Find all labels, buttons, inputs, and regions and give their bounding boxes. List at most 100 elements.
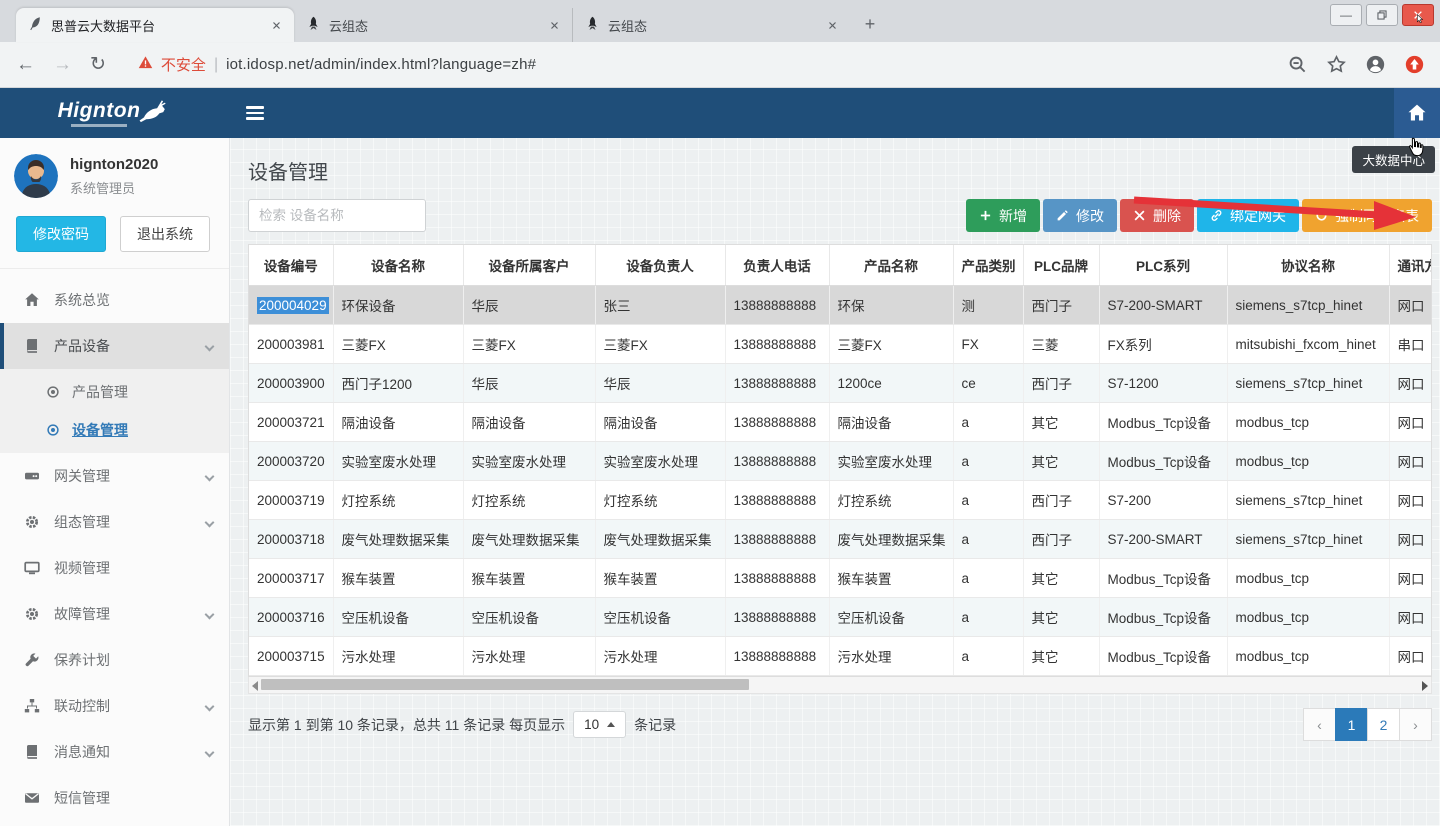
column-header[interactable]: 通讯方式 <box>1389 245 1432 286</box>
table-cell: 污水处理 <box>595 637 725 676</box>
horizontal-scrollbar[interactable] <box>248 677 1432 694</box>
extension-icon[interactable] <box>1405 55 1424 74</box>
column-header[interactable]: PLC系列 <box>1099 245 1227 286</box>
tab-close-icon[interactable] <box>824 17 840 33</box>
security-chip[interactable]: 不安全 | iot.idosp.net/admin/index.html?lan… <box>138 54 536 75</box>
minimize-button[interactable]: — <box>1330 4 1362 26</box>
plus-icon <box>979 209 992 222</box>
tab-close-icon[interactable] <box>268 17 284 33</box>
zoom-out-icon[interactable] <box>1288 55 1307 74</box>
not-secure-label: 不安全 <box>161 54 206 75</box>
table-cell: a <box>953 637 1023 676</box>
toolbar-buttons: 新增 修改删除绑定网关强制同步点表 <box>966 199 1432 232</box>
browser-tab[interactable]: 思普云大数据平台 <box>16 8 294 42</box>
menu-toggle-icon[interactable] <box>246 106 264 120</box>
table-cell: 200003900 <box>249 364 333 403</box>
table-row[interactable]: 200004029环保设备华辰张三13888888888环保测西门子S7-200… <box>249 286 1432 325</box>
browser-tab[interactable]: 云组态 <box>572 8 850 42</box>
column-header[interactable]: PLC品牌 <box>1023 245 1099 286</box>
table-row[interactable]: 200003715污水处理污水处理污水处理13888888888污水处理a其它M… <box>249 637 1432 676</box>
sidebar-item-系统总览[interactable]: 系统总览 <box>0 277 229 323</box>
star-icon[interactable] <box>1327 55 1346 74</box>
logout-button[interactable]: 退出系统 <box>120 216 210 252</box>
table-row[interactable]: 200003720实验室废水处理实验室废水处理实验室废水处理1388888888… <box>249 442 1432 481</box>
sidebar-item-产品设备[interactable]: 产品设备 <box>0 323 229 369</box>
table-cell: Modbus_Tcp设备 <box>1099 403 1227 442</box>
table-cell: 网口 <box>1389 442 1432 481</box>
profile-icon[interactable] <box>1366 55 1385 74</box>
sidebar-subitem-label: 产品管理 <box>72 382 128 402</box>
url-text[interactable]: iot.idosp.net/admin/index.html?language=… <box>226 56 536 73</box>
column-header[interactable]: 设备所属客户 <box>463 245 595 286</box>
logo-text: Hignton <box>58 99 141 127</box>
app-logo[interactable]: Hignton <box>0 88 230 138</box>
forward-icon[interactable]: → <box>53 54 72 76</box>
column-header[interactable]: 设备编号 <box>249 245 333 286</box>
sidebar-item-保养计划[interactable]: 保养计划 <box>0 637 229 683</box>
column-header[interactable]: 产品类别 <box>953 245 1023 286</box>
chevron-left-icon <box>205 701 215 711</box>
restore-button[interactable] <box>1366 4 1398 26</box>
sidebar-item-视频管理[interactable]: 视频管理 <box>0 545 229 591</box>
reload-icon[interactable]: ↻ <box>90 53 106 76</box>
table-row[interactable]: 200003716空压机设备空压机设备空压机设备13888888888空压机设备… <box>249 598 1432 637</box>
table-cell: 200003718 <box>249 520 333 559</box>
table-row[interactable]: 200003900西门子1200华辰华辰138888888881200cece西… <box>249 364 1432 403</box>
toolbar-button-label: 修改 <box>1076 206 1104 226</box>
pager-prev-button[interactable]: ‹ <box>1303 708 1336 741</box>
sidebar-subitem-产品管理[interactable]: 产品管理 <box>0 373 229 411</box>
table-cell: 网口 <box>1389 598 1432 637</box>
column-header[interactable]: 产品名称 <box>829 245 953 286</box>
toolbar-button-修改[interactable]: 修改 <box>1043 199 1117 232</box>
table-row[interactable]: 200003719灯控系统灯控系统灯控系统13888888888灯控系统a西门子… <box>249 481 1432 520</box>
browser-tab[interactable]: 云组态 <box>294 8 572 42</box>
sidebar-item-消息通知[interactable]: 消息通知 <box>0 729 229 775</box>
sidebar-subitem-设备管理[interactable]: 设备管理 <box>0 411 229 449</box>
table-row[interactable]: 200003717猴车装置猴车装置猴车装置13888888888猴车装置a其它M… <box>249 559 1432 598</box>
search-input[interactable] <box>248 199 426 232</box>
pager-next-button[interactable]: › <box>1399 708 1432 741</box>
column-header[interactable]: 设备名称 <box>333 245 463 286</box>
url-separator: | <box>214 56 218 74</box>
table-cell: 测 <box>953 286 1023 325</box>
toolbar-button-强制同步点表[interactable]: 强制同步点表 <box>1302 199 1432 232</box>
user-avatar[interactable] <box>14 154 58 198</box>
table-cell: 华辰 <box>463 364 595 403</box>
sidebar-item-label: 故障管理 <box>54 604 206 624</box>
pager-page-2[interactable]: 2 <box>1367 708 1400 741</box>
sidebar-item-短信管理[interactable]: 短信管理 <box>0 775 229 821</box>
pager-page-1[interactable]: 1 <box>1335 708 1368 741</box>
link-icon <box>1210 209 1223 222</box>
home-button[interactable] <box>1394 88 1440 138</box>
table-cell: 猴车装置 <box>463 559 595 598</box>
page-title: 设备管理 <box>248 156 1432 185</box>
table-cell: 空压机设备 <box>595 598 725 637</box>
column-header[interactable]: 设备负责人 <box>595 245 725 286</box>
sidebar-item-网关管理[interactable]: 网关管理 <box>0 453 229 499</box>
new-tab-button[interactable]: + <box>856 10 884 38</box>
sidebar-item-空间管理[interactable]: 空间管理 <box>0 821 229 826</box>
table-row[interactable]: 200003981三菱FX三菱FX三菱FX13888888888三菱FXFX三菱… <box>249 325 1432 364</box>
close-button[interactable] <box>1402 4 1434 26</box>
table-cell: a <box>953 442 1023 481</box>
table-cell: siemens_s7tcp_hinet <box>1227 364 1389 403</box>
scrollbar-thumb[interactable] <box>261 679 749 690</box>
sidebar-item-组态管理[interactable]: 组态管理 <box>0 499 229 545</box>
scroll-right-icon[interactable] <box>1422 681 1428 691</box>
column-header[interactable]: 协议名称 <box>1227 245 1389 286</box>
toolbar-button-删除[interactable]: 删除 <box>1120 199 1194 232</box>
sidebar-item-label: 视频管理 <box>54 558 213 578</box>
sidebar-item-联动控制[interactable]: 联动控制 <box>0 683 229 729</box>
page-size-dropdown[interactable]: 10 <box>573 711 626 738</box>
column-header[interactable]: 负责人电话 <box>725 245 829 286</box>
table-row[interactable]: 200003718废气处理数据采集废气处理数据采集废气处理数据采集1388888… <box>249 520 1432 559</box>
back-icon[interactable]: ← <box>16 54 35 76</box>
toolbar-button-绑定网关[interactable]: 绑定网关 <box>1197 199 1299 232</box>
change-password-button[interactable]: 修改密码 <box>16 216 106 252</box>
table-row[interactable]: 200003721隔油设备隔油设备隔油设备13888888888隔油设备a其它M… <box>249 403 1432 442</box>
scroll-left-icon[interactable] <box>252 681 258 691</box>
toolbar-button-新增[interactable]: 新增 <box>966 199 1040 232</box>
sidebar-item-故障管理[interactable]: 故障管理 <box>0 591 229 637</box>
chevron-down-icon <box>205 341 215 351</box>
tab-close-icon[interactable] <box>546 17 562 33</box>
